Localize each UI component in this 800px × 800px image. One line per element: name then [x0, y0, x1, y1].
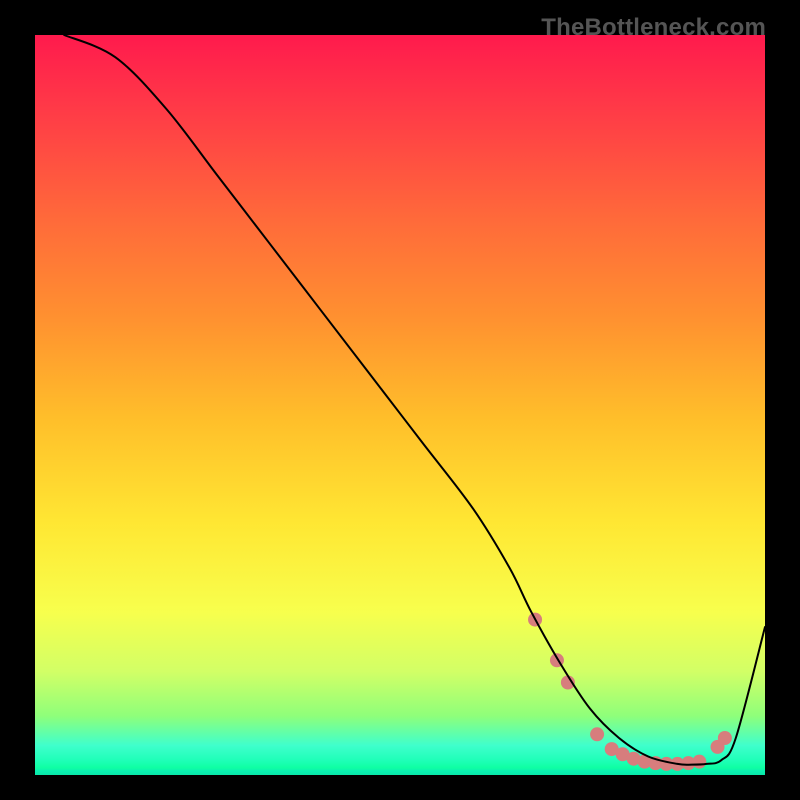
curve-marker	[692, 755, 706, 769]
frame: TheBottleneck.com	[0, 0, 800, 800]
curve-marker	[590, 727, 604, 741]
curve-marker	[718, 731, 732, 745]
chart-overlay	[35, 35, 765, 775]
bottleneck-curve	[64, 35, 765, 765]
